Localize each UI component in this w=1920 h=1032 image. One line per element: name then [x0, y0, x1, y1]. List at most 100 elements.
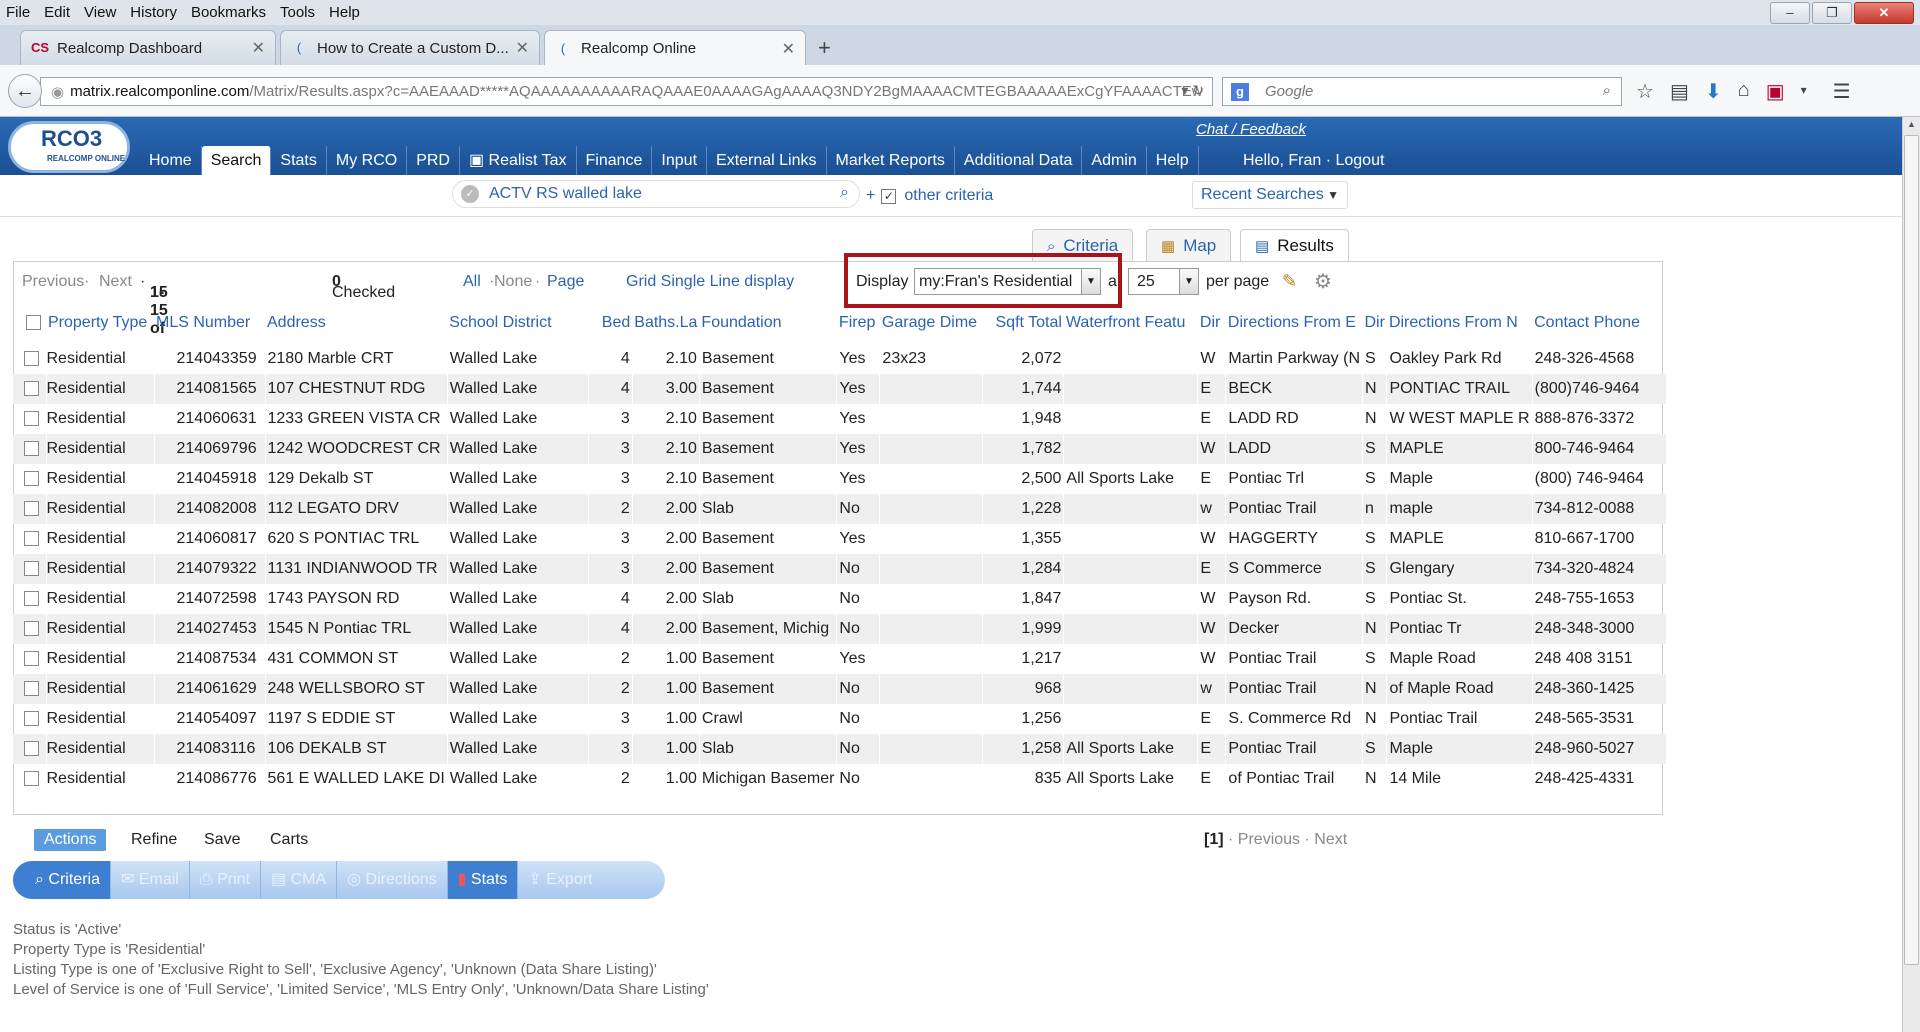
- table-row[interactable]: Residential 214043359 2180 Marble CRT Walle…: [13, 338, 1667, 374]
- maximize-button[interactable]: ❐: [1812, 2, 1852, 24]
- row-checkbox-cell[interactable]: [13, 464, 47, 494]
- table-row[interactable]: Residential 214069796 1242 WOODCREST CR Wal…: [13, 434, 1667, 464]
- new-tab-icon[interactable]: +: [818, 35, 831, 61]
- grid-mode-link[interactable]: Grid Single Line display: [626, 273, 794, 291]
- user-greeting[interactable]: Hello, Fran · Logout: [1243, 152, 1384, 170]
- col-header[interactable]: Baths.La: [632, 308, 699, 338]
- addon-icon[interactable]: ▣: [1766, 79, 1785, 104]
- search-icon[interactable]: ⌕: [840, 184, 849, 202]
- col-header[interactable]: Bed: [588, 308, 632, 338]
- col-header[interactable]: Dir: [1363, 308, 1387, 338]
- browser-tab-howto[interactable]: ( How to Create a Custom D... ✕: [280, 30, 540, 65]
- col-header[interactable]: Firep: [837, 308, 880, 338]
- row-checkbox-cell[interactable]: [13, 554, 47, 584]
- nav-finance[interactable]: Finance: [577, 146, 653, 175]
- recent-searches-dropdown[interactable]: Recent Searches ▼: [1192, 181, 1348, 209]
- other-criteria-toggle[interactable]: + ✓ other criteria: [866, 187, 993, 205]
- next-link[interactable]: Next: [1314, 831, 1347, 848]
- cma-action-button[interactable]: ▤ CMA: [261, 861, 338, 899]
- search-icon[interactable]: ⌕: [1603, 82, 1611, 99]
- table-row[interactable]: Residential 214045918 129 Dekalb ST Walled …: [13, 464, 1667, 494]
- row-checkbox[interactable]: [24, 441, 39, 457]
- row-checkbox-cell[interactable]: [13, 704, 47, 734]
- row-checkbox-cell[interactable]: [13, 734, 47, 764]
- row-checkbox-cell[interactable]: [13, 674, 47, 704]
- table-row[interactable]: Residential 214086776 561 E WALLED LAKE DI…: [13, 764, 1667, 794]
- nav-market-reports[interactable]: Market Reports: [827, 146, 955, 175]
- browser-tab-dashboard[interactable]: CS Realcomp Dashboard ✕: [20, 30, 276, 65]
- rco-logo[interactable]: RCO3 REALCOMP ONLINE: [8, 121, 130, 173]
- col-header[interactable]: Contact Phone: [1532, 308, 1666, 338]
- row-checkbox[interactable]: [24, 411, 39, 427]
- download-icon[interactable]: ⬇: [1705, 79, 1722, 104]
- scrollbar-thumb[interactable]: [1904, 135, 1919, 965]
- close-window-button[interactable]: ✕: [1854, 2, 1914, 24]
- row-checkbox[interactable]: [24, 771, 39, 787]
- directions-action-button[interactable]: ◎ Directions: [337, 861, 448, 899]
- table-row[interactable]: Residential 214079322 1131 INDIANWOOD TR Wa…: [13, 554, 1667, 584]
- back-button[interactable]: ←: [8, 74, 42, 108]
- col-header[interactable]: Address: [265, 308, 447, 338]
- row-checkbox-cell[interactable]: [13, 614, 47, 644]
- row-checkbox-cell[interactable]: [13, 644, 47, 674]
- nav-realist-tax[interactable]: ▣ Realist Tax: [460, 146, 577, 175]
- menu-history[interactable]: History: [130, 4, 177, 21]
- table-row[interactable]: Residential 214072598 1743 PAYSON RD Walled…: [13, 584, 1667, 614]
- table-row[interactable]: Residential 214054097 1197 S EDDIE ST Walle…: [13, 704, 1667, 734]
- col-header[interactable]: Directions From E: [1226, 308, 1363, 338]
- close-tab-icon[interactable]: ✕: [516, 38, 529, 58]
- tab-map[interactable]: ▦ Map: [1146, 229, 1232, 262]
- display-select[interactable]: my:Fran's Residential ▼: [914, 268, 1101, 295]
- col-header[interactable]: Waterfront Featu: [1064, 308, 1198, 338]
- row-checkbox[interactable]: [24, 591, 39, 607]
- edit-display-icon[interactable]: ✎: [1282, 271, 1297, 292]
- criteria-action-button[interactable]: ⌕ Criteria: [13, 861, 111, 899]
- row-checkbox-cell[interactable]: [13, 404, 47, 434]
- browser-tab-realcomp[interactable]: ( Realcomp Online ✕: [544, 30, 806, 66]
- table-row[interactable]: Residential 214027453 1545 N Pontiac TRL Wa…: [13, 614, 1667, 644]
- nav-input[interactable]: Input: [652, 146, 708, 175]
- menu-tools[interactable]: Tools: [280, 4, 315, 21]
- table-row[interactable]: Residential 214061629 248 WELLSBORO ST Wall…: [13, 674, 1667, 704]
- col-header[interactable]: Property Type: [46, 308, 154, 338]
- per-page-select[interactable]: 25 ▼: [1128, 268, 1199, 295]
- site-identity-icon[interactable]: ◉: [51, 83, 64, 101]
- row-checkbox[interactable]: [24, 351, 39, 367]
- menu-help[interactable]: Help: [329, 4, 360, 21]
- gear-icon[interactable]: ⚙: [1314, 269, 1332, 294]
- nav-home[interactable]: Home: [140, 146, 202, 175]
- nav-admin[interactable]: Admin: [1082, 146, 1147, 175]
- col-header[interactable]: Sqft Total: [983, 308, 1064, 338]
- scroll-up-icon[interactable]: ▲: [1907, 119, 1916, 129]
- nav-prd[interactable]: PRD: [407, 146, 460, 175]
- col-header[interactable]: School District: [447, 308, 588, 338]
- select-all-checkbox-cell[interactable]: [13, 308, 46, 338]
- row-checkbox[interactable]: [24, 741, 39, 757]
- row-checkbox-cell[interactable]: [13, 434, 47, 464]
- row-checkbox-cell[interactable]: [13, 524, 47, 554]
- url-bar[interactable]: ◉ matrix.realcomponline.com /Matrix/Resu…: [40, 77, 1213, 106]
- row-checkbox[interactable]: [24, 531, 39, 547]
- email-action-button[interactable]: ✉ Email: [111, 861, 190, 899]
- row-checkbox-cell[interactable]: [13, 494, 47, 524]
- close-tab-icon[interactable]: ✕: [782, 39, 795, 59]
- nav-additional-data[interactable]: Additional Data: [955, 146, 1083, 175]
- row-checkbox[interactable]: [24, 651, 39, 667]
- table-row[interactable]: Residential 214081565 107 CHESTNUT RDG Wall…: [13, 374, 1667, 404]
- bookmark-star-icon[interactable]: ☆: [1636, 79, 1654, 104]
- row-checkbox[interactable]: [24, 471, 39, 487]
- export-action-button[interactable]: ⇪ Export: [518, 861, 602, 899]
- close-tab-icon[interactable]: ✕: [252, 38, 265, 58]
- reload-icon[interactable]: ▾ ↻: [1181, 82, 1204, 99]
- print-action-button[interactable]: ⎙ Print: [190, 861, 261, 899]
- stats-action-button[interactable]: ▮ Stats: [447, 861, 519, 899]
- row-checkbox[interactable]: [24, 711, 39, 727]
- row-checkbox-cell[interactable]: [13, 338, 47, 374]
- other-criteria-checkbox[interactable]: ✓: [881, 188, 897, 204]
- hamburger-menu-icon[interactable]: ☰: [1833, 79, 1851, 104]
- row-checkbox-cell[interactable]: [13, 584, 47, 614]
- col-header[interactable]: Directions From N: [1387, 308, 1532, 338]
- criteria-search-box[interactable]: ✓ ACTV RS walled lake ⌕: [452, 180, 860, 208]
- menu-bookmarks[interactable]: Bookmarks: [191, 4, 266, 21]
- table-row[interactable]: Residential 214087534 431 COMMON ST Walled …: [13, 644, 1667, 674]
